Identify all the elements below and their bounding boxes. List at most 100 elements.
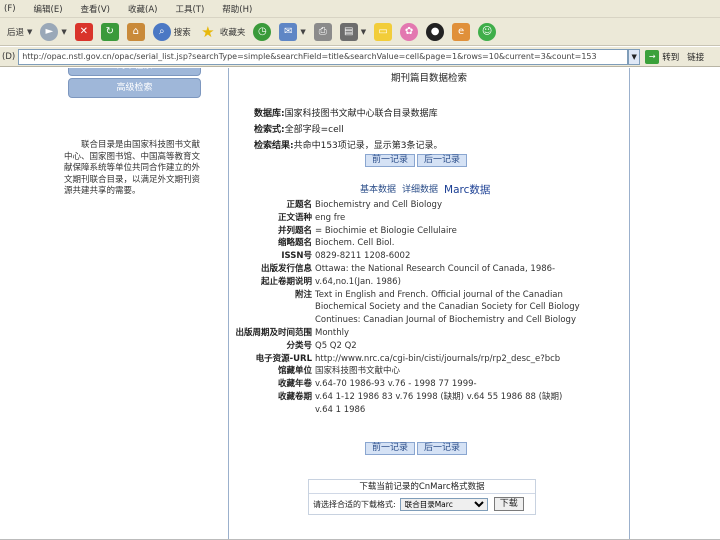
forward-arrow-icon: ► [40, 22, 59, 41]
home-icon: ⌂ [126, 22, 145, 41]
links-button[interactable]: 链接 [687, 51, 704, 63]
qq-button[interactable]: ● [426, 21, 445, 43]
prev-record-button[interactable]: 前一记录 [365, 442, 416, 455]
record-row: 收藏卷期 v.64 1-12 1986 83 v.76 1998 (缺期) v.6… [229, 392, 629, 402]
field-value: Ottawa: the National Research Council of… [315, 264, 556, 274]
record-row: 分类号 Q5 Q2 Q2 [229, 341, 629, 351]
mail-button[interactable]: ✉ ▼ [279, 21, 306, 43]
menu-tools[interactable]: 工具(T) [175, 3, 204, 15]
page-content: 简单检索 高级检索 联合目录是由国家科技图书文献中心、国家图书馆、中国高等教育文… [0, 68, 720, 540]
field-label: 馆藏单位 [277, 366, 312, 377]
field-value: Biochemistry and Cell Biology [315, 200, 442, 210]
result-line: 检索结果:共命中153项记录，显示第3条记录。 [254, 141, 443, 151]
menu-favorites[interactable]: 收藏(A) [128, 3, 157, 15]
history-icon: ◷ [253, 22, 272, 41]
edit-button[interactable]: ▤ ▼ [339, 21, 366, 43]
address-dropdown-icon[interactable]: ▼ [628, 48, 641, 65]
plugin-button[interactable]: e [452, 21, 471, 43]
field-value: Text in English and French. Official jou… [315, 289, 563, 300]
field-label: 电子资源-URL [255, 353, 312, 364]
address-input[interactable]: http://opac.nstl.gov.cn/opac/serial_list… [18, 48, 629, 65]
menu-view[interactable]: 查看(V) [81, 3, 110, 15]
field-value: http://www.nrc.ca/cgi-bin/cisti/journals… [315, 353, 561, 364]
notes-button[interactable]: ▭ [374, 21, 393, 43]
prev-record-button[interactable]: 前一记录 [365, 154, 416, 167]
plugin-icon: e [452, 22, 471, 41]
sidebar-tab-advanced[interactable]: 高级检索 [68, 78, 201, 98]
go-button[interactable]: → 转到 [645, 49, 679, 64]
field-label: 出版周期及时间范围 [235, 328, 312, 338]
field-value: Monthly [315, 328, 350, 338]
toolbar: 后退 ▼ ► ▼ ✕ ↻ ⌂ ⌕ 搜索 ★ 收藏夹 ◷ ✉ ▼ ⎙ ▤ ▼ ▭ … [0, 18, 720, 46]
record-row: Continues: Canadian Journal of Biochemis… [229, 315, 629, 325]
record-row: 出版发行信息 Ottawa: the National Research Coun… [229, 264, 629, 274]
field-value: 0829-8211 1208-6002 [315, 251, 411, 262]
field-label: 出版发行信息 [260, 264, 312, 274]
stop-icon: ✕ [74, 22, 93, 41]
field-value: v.64-70 1986-93 v.76 - 1998 77 1999- [315, 379, 477, 390]
address-bar: (D) http://opac.nstl.gov.cn/opac/serial_… [0, 47, 720, 67]
chevron-down-icon[interactable]: ▼ [61, 28, 66, 36]
field-label: 正文语种 [277, 212, 312, 223]
go-arrow-icon: → [645, 49, 660, 64]
record-nav-bottom: 前一记录 后一记录 [365, 442, 469, 455]
chevron-down-icon[interactable]: ▼ [361, 28, 366, 36]
record-row: Biochemical Society and the Canadian Soc… [229, 302, 629, 312]
menu-edit[interactable]: 编辑(E) [34, 3, 63, 15]
menu-help[interactable]: 帮助(H) [222, 3, 252, 15]
tab-marc[interactable]: Marc数据 [444, 182, 490, 197]
record-row: 起止卷期说明 v.64,no.1(Jan. 1986) [229, 277, 629, 287]
field-value: 国家科技图书文献中心 [315, 366, 401, 377]
record-row: 并列题名 = Biochimie et Biologie Cellulaire [229, 226, 629, 236]
record-row: 出版周期及时间范围 Monthly [229, 328, 629, 338]
field-label: 并列题名 [277, 225, 312, 236]
history-button[interactable]: ◷ [253, 21, 272, 43]
next-record-button[interactable]: 后一记录 [417, 442, 468, 455]
stop-button[interactable]: ✕ [74, 21, 93, 43]
field-label: 起止卷期说明 [260, 276, 312, 287]
back-button[interactable]: 后退 ▼ [4, 21, 32, 43]
print-icon: ⎙ [313, 22, 332, 41]
download-prompt: 请选择合适的下载格式: [313, 499, 396, 509]
format-select[interactable]: 联合目录Marc [399, 497, 488, 511]
record-nav-top: 前一记录 后一记录 [365, 154, 469, 167]
note-icon: ▭ [374, 22, 393, 41]
edit-icon: ▤ [339, 22, 358, 41]
field-label [229, 405, 315, 415]
field-label: 分类号 [286, 340, 312, 351]
database-line: 数据库:国家科技图书文献中心联合目录数据库 [254, 109, 438, 119]
next-record-button[interactable]: 后一记录 [417, 154, 468, 167]
record-tabs: 基本数据 详细数据 Marc数据 [360, 182, 496, 197]
field-value: = Biochimie et Biologie Cellulaire [315, 225, 457, 236]
download-button[interactable]: 下载 [493, 497, 524, 511]
search-button[interactable]: ⌕ 搜索 [152, 21, 191, 43]
field-label: 收藏年卷 [277, 379, 312, 390]
flower-icon: ✿ [400, 22, 419, 41]
messenger-button[interactable]: ☺ [478, 21, 497, 43]
refresh-button[interactable]: ↻ [100, 21, 119, 43]
field-value: v.64 1-12 1986 83 v.76 1998 (缺期) v.64 55… [315, 392, 563, 402]
print-button[interactable]: ⎙ [313, 21, 332, 43]
field-value: Biochemical Society and the Canadian Soc… [315, 302, 580, 313]
tab-basic[interactable]: 基本数据 [360, 182, 396, 197]
sidebar-tab-simple[interactable]: 简单检索 [68, 68, 201, 76]
page-title: 期刊篇目数据检索 [390, 73, 467, 84]
flower-button[interactable]: ✿ [400, 21, 419, 43]
field-value: v.64 1 1986 [315, 404, 366, 415]
favorites-button[interactable]: ★ 收藏夹 [199, 21, 245, 43]
field-label: 附注 [294, 289, 312, 300]
refresh-icon: ↻ [100, 22, 119, 41]
menu-file[interactable]: (F) [4, 4, 16, 14]
panel-border-right [629, 68, 630, 540]
menu-bar: (F) 编辑(E) 查看(V) 收藏(A) 工具(T) 帮助(H) [0, 0, 720, 18]
download-box: 下载当前记录的CnMarc格式数据 请选择合适的下载格式: 联合目录Marc 下… [308, 479, 536, 515]
star-icon: ★ [201, 22, 215, 41]
field-value: Continues: Canadian Journal of Biochemis… [315, 315, 576, 326]
field-label: 缩略题名 [277, 238, 312, 249]
forward-button[interactable]: ► ▼ [40, 21, 67, 43]
home-button[interactable]: ⌂ [126, 21, 145, 43]
field-label: 正题名 [286, 200, 312, 210]
chevron-down-icon[interactable]: ▼ [27, 28, 32, 36]
tab-detail[interactable]: 详细数据 [402, 182, 438, 197]
chevron-down-icon[interactable]: ▼ [300, 28, 305, 36]
